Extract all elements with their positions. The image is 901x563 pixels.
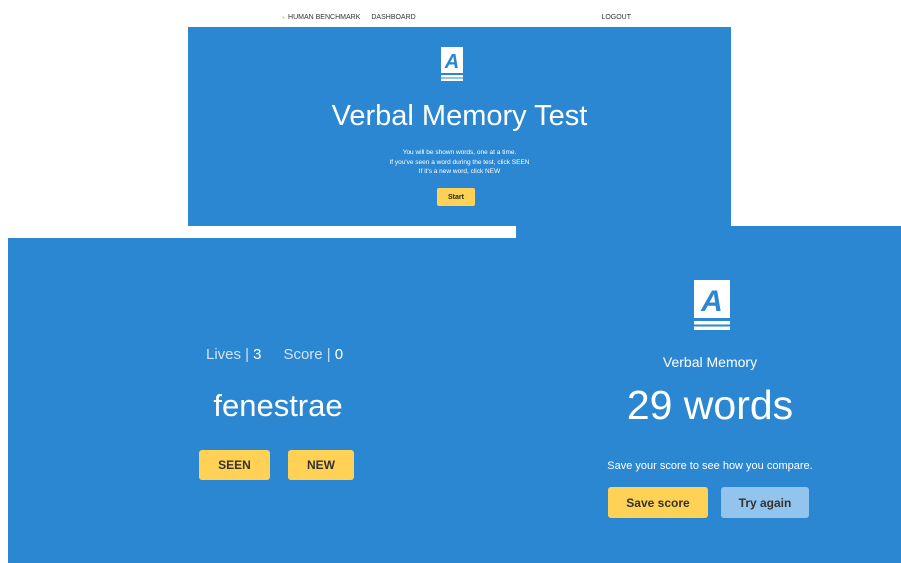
screenshot-composite: ● HUMAN BENCHMARK DASHBOARD LOGOUT A Ver… <box>0 0 901 563</box>
lives-label: Lives | <box>206 346 250 363</box>
score-label: Score | <box>283 346 331 363</box>
verbal-book-icon: A <box>441 47 463 81</box>
lives-value: 3 <box>253 346 262 363</box>
start-button[interactable]: Start <box>437 188 475 206</box>
seen-button[interactable]: SEEN <box>199 450 270 480</box>
svg-text:A: A <box>444 51 459 73</box>
top-navbar: ● HUMAN BENCHMARK DASHBOARD LOGOUT <box>188 8 731 27</box>
nav-brand-label: HUMAN BENCHMARK <box>288 14 361 21</box>
try-again-button[interactable]: Try again <box>721 487 809 518</box>
current-word: fenestrae <box>213 388 343 423</box>
instruction-line: If it's a new word, click NEW <box>418 168 501 175</box>
nav-dashboard-link[interactable]: DASHBOARD <box>371 14 415 21</box>
instruction-line: If you've seen a word during the test, c… <box>389 158 530 166</box>
new-button[interactable]: NEW <box>288 450 354 480</box>
verbal-book-icon: A <box>694 280 730 330</box>
game-stats: Lives | 3 Score | 0 <box>206 346 343 363</box>
nav-brand-link[interactable]: ● HUMAN BENCHMARK <box>282 14 360 21</box>
score-value: 0 <box>334 346 344 363</box>
save-score-button[interactable]: Save score <box>608 487 708 518</box>
result-test-name: Verbal Memory <box>662 354 758 370</box>
nav-logout-link[interactable]: LOGOUT <box>601 14 631 21</box>
result-message: Save your score to see how you compare. <box>607 460 813 472</box>
instruction-line: You will be shown words, one at a time. <box>402 149 517 156</box>
brand-dot-icon: ● <box>282 14 286 21</box>
instructions: You will be shown words, one at a time. … <box>188 148 731 177</box>
svg-text:A: A <box>700 285 723 318</box>
page-title: Verbal Memory Test <box>331 100 588 132</box>
result-score: 29 words <box>626 382 794 428</box>
